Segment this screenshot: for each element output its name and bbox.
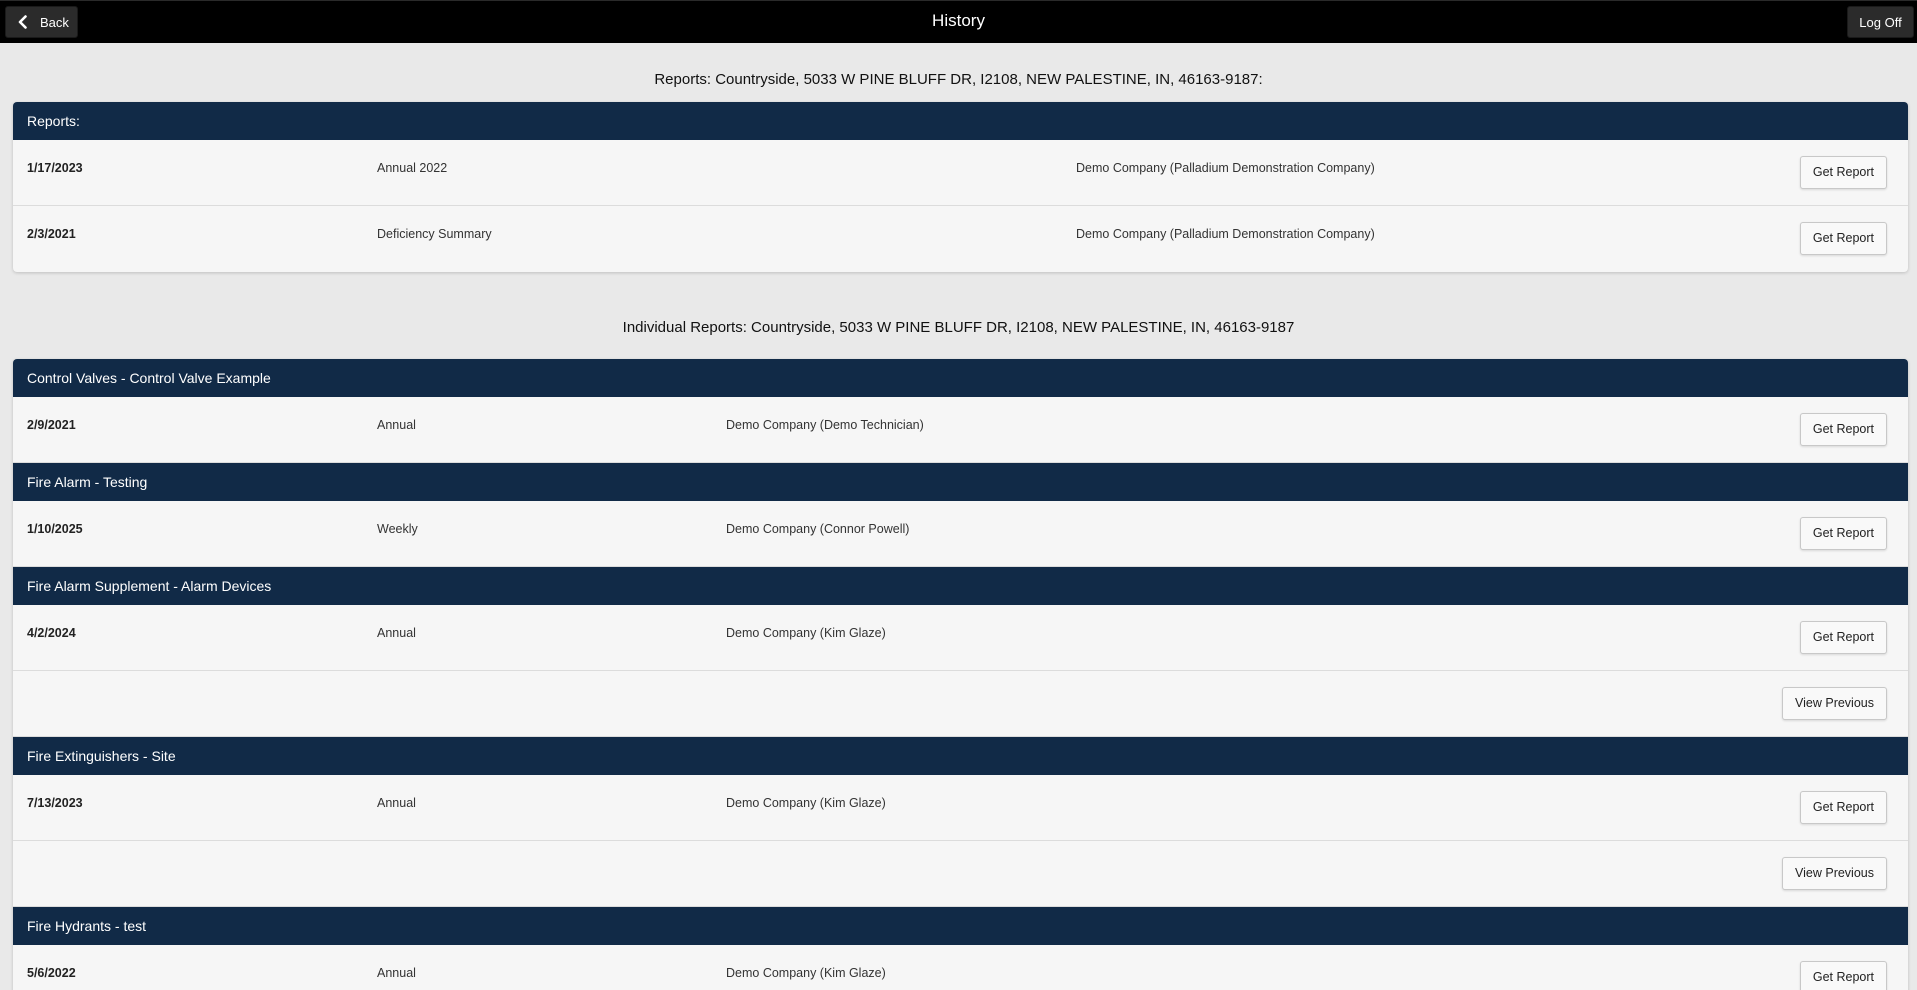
get-report-button[interactable]: Get Report [1799, 961, 1887, 990]
reports-heading: Reports: Countryside, 5033 W PINE BLUFF … [654, 71, 1263, 88]
report-row: 4/2/2024 Annual Demo Company (Kim Glaze)… [13, 605, 1908, 671]
report-row: 1/10/2025 Weekly Demo Company (Connor Po… [13, 501, 1908, 567]
report-type: Annual [377, 796, 416, 810]
report-company: Demo Company (Palladium Demonstration Co… [1076, 161, 1375, 175]
report-row: 2/9/2021 Annual Demo Company (Demo Techn… [13, 397, 1908, 463]
get-report-button[interactable]: Get Report [1799, 621, 1887, 654]
get-report-button[interactable]: Get Report [1799, 413, 1887, 446]
report-type: Deficiency Summary [377, 227, 492, 241]
report-company: Demo Company (Kim Glaze) [726, 626, 886, 640]
page-title: History [932, 11, 985, 30]
get-report-button[interactable]: Get Report [1799, 517, 1887, 550]
report-type: Weekly [377, 522, 418, 536]
report-date: 5/6/2022 [27, 966, 76, 980]
report-date: 4/2/2024 [27, 626, 76, 640]
report-date: 1/17/2023 [27, 161, 83, 175]
group-bar-control-valves: Control Valves - Control Valve Example [13, 359, 1908, 397]
group-bar-fire-alarm-supplement: Fire Alarm Supplement - Alarm Devices [13, 567, 1908, 605]
report-row: 1/17/2023 Annual 2022 Demo Company (Pall… [13, 140, 1908, 206]
get-report-button[interactable]: Get Report [1799, 222, 1887, 255]
report-date: 7/13/2023 [27, 796, 83, 810]
log-off-button[interactable]: Log Off [1847, 6, 1914, 38]
top-header: Back History Log Off [0, 0, 1917, 43]
group-bar-fire-extinguishers: Fire Extinguishers - Site [13, 737, 1908, 775]
report-company: Demo Company (Connor Powell) [726, 522, 910, 536]
report-date: 2/3/2021 [27, 227, 76, 241]
report-type: Annual [377, 418, 416, 432]
report-type: Annual [377, 626, 416, 640]
view-previous-row: View Previous [13, 841, 1908, 907]
report-type: Annual 2022 [377, 161, 448, 175]
group-bar-fire-alarm: Fire Alarm - Testing [13, 463, 1908, 501]
view-previous-button[interactable]: View Previous [1782, 687, 1887, 720]
get-report-button[interactable]: Get Report [1799, 156, 1887, 189]
reports-bar: Reports: [13, 102, 1908, 140]
individual-reports-heading: Individual Reports: Countryside, 5033 W … [622, 319, 1295, 336]
group-bar-fire-hydrants: Fire Hydrants - test [13, 907, 1908, 945]
report-company: Demo Company (Kim Glaze) [726, 796, 886, 810]
report-row: 5/6/2022 Annual Demo Company (Kim Glaze)… [13, 945, 1908, 990]
report-date: 1/10/2025 [27, 522, 83, 536]
report-company: Demo Company (Kim Glaze) [726, 966, 886, 980]
get-report-button[interactable]: Get Report [1799, 791, 1887, 824]
reports-panel: Reports: 1/17/2023 Annual 2022 Demo Comp… [13, 102, 1908, 272]
view-previous-row: View Previous [13, 671, 1908, 737]
report-company: Demo Company (Demo Technician) [726, 418, 924, 432]
individual-reports-panel: Control Valves - Control Valve Example 2… [13, 359, 1908, 990]
report-row: 7/13/2023 Annual Demo Company (Kim Glaze… [13, 775, 1908, 841]
report-company: Demo Company (Palladium Demonstration Co… [1076, 227, 1375, 241]
report-type: Annual [377, 966, 416, 980]
view-previous-button[interactable]: View Previous [1782, 857, 1887, 890]
report-date: 2/9/2021 [27, 418, 76, 432]
main-content: Reports: Countryside, 5033 W PINE BLUFF … [0, 43, 1917, 990]
report-row: 2/3/2021 Deficiency Summary Demo Company… [13, 206, 1908, 272]
